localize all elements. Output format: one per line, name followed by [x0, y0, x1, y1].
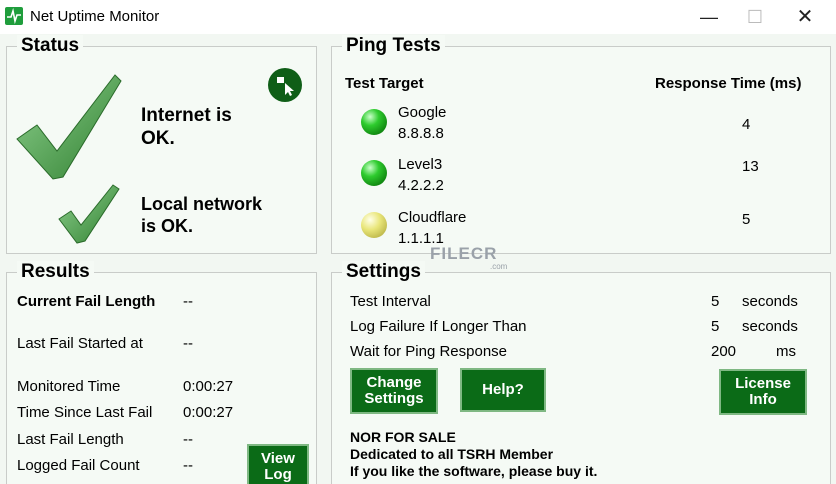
status-led-green [361, 160, 387, 186]
settings-title: Settings [342, 261, 425, 283]
col-test-target: Test Target [345, 75, 424, 92]
result-value: 0:00:27 [183, 378, 234, 395]
license-info-button[interactable]: License Info [719, 369, 807, 415]
result-label: Last Fail Started at [17, 335, 143, 352]
result-value: -- [183, 431, 193, 448]
window-title: Net Uptime Monitor [30, 8, 160, 25]
minimize-button[interactable]: — [686, 4, 732, 30]
result-label: Current Fail Length [17, 293, 156, 310]
setting-value: 5 [711, 293, 720, 310]
target-name: Cloudflare [398, 209, 467, 226]
response-ms: 13 [742, 158, 759, 175]
results-title: Results [17, 261, 94, 283]
local-network-status: Local network is OK. [141, 194, 263, 236]
notice-text: NOR FOR SALE Dedicated to all TSRH Membe… [350, 429, 598, 479]
result-value: -- [183, 457, 193, 474]
result-label: Logged Fail Count [17, 457, 140, 474]
title-bar: Net Uptime Monitor — ☐ ✕ [0, 0, 836, 34]
internet-status: Internet is OK. [141, 105, 232, 149]
setting-value: 5 [711, 318, 720, 335]
status-led-yellow [361, 212, 387, 238]
result-value: -- [183, 335, 193, 352]
close-button[interactable]: ✕ [782, 4, 828, 30]
result-label: Time Since Last Fail [17, 404, 153, 421]
result-label: Monitored Time [17, 378, 121, 395]
setting-unit: seconds [742, 293, 798, 310]
cursor-mode-icon[interactable] [267, 67, 303, 103]
status-led-green [361, 109, 387, 135]
watermark-sub: .com [490, 262, 508, 271]
setting-value: 200 [711, 343, 737, 360]
app-icon [5, 7, 23, 25]
ping-tests-panel: Ping Tests Test Target Response Time (ms… [331, 35, 831, 254]
target-ip: 8.8.8.8 [398, 125, 444, 142]
results-panel: Results Current Fail Length -- Last Fail… [6, 261, 317, 484]
maximize-button[interactable]: ☐ [732, 4, 778, 30]
response-ms: 4 [742, 116, 751, 133]
setting-unit: seconds [742, 318, 798, 335]
change-settings-button[interactable]: Change Settings [350, 368, 438, 414]
help-button[interactable]: Help? [460, 368, 546, 412]
col-response-time: Response Time (ms) [655, 75, 802, 92]
watermark: FILECR [430, 244, 498, 263]
view-log-button[interactable]: View Log [247, 444, 309, 484]
setting-label: Log Failure If Longer Than [350, 318, 527, 335]
status-title: Status [17, 35, 84, 57]
setting-label: Test Interval [350, 293, 431, 310]
ping-tests-title: Ping Tests [342, 35, 445, 57]
big-check-icon [16, 74, 122, 180]
result-value: -- [183, 293, 193, 310]
target-ip: 4.2.2.2 [398, 177, 444, 194]
target-name: Google [398, 104, 447, 121]
setting-unit: ms [776, 343, 796, 360]
small-check-icon [58, 184, 120, 244]
response-ms: 5 [742, 211, 751, 228]
result-label: Last Fail Length [17, 431, 124, 448]
result-value: 0:00:27 [183, 404, 234, 421]
main-window: Status Internet is OK. Local network is … [0, 34, 836, 484]
status-panel: Status Internet is OK. Local network is … [6, 35, 317, 254]
target-name: Level3 [398, 156, 443, 173]
setting-label: Wait for Ping Response [350, 343, 508, 360]
settings-panel: Settings Test Interval 5 seconds Log Fai… [331, 261, 831, 484]
